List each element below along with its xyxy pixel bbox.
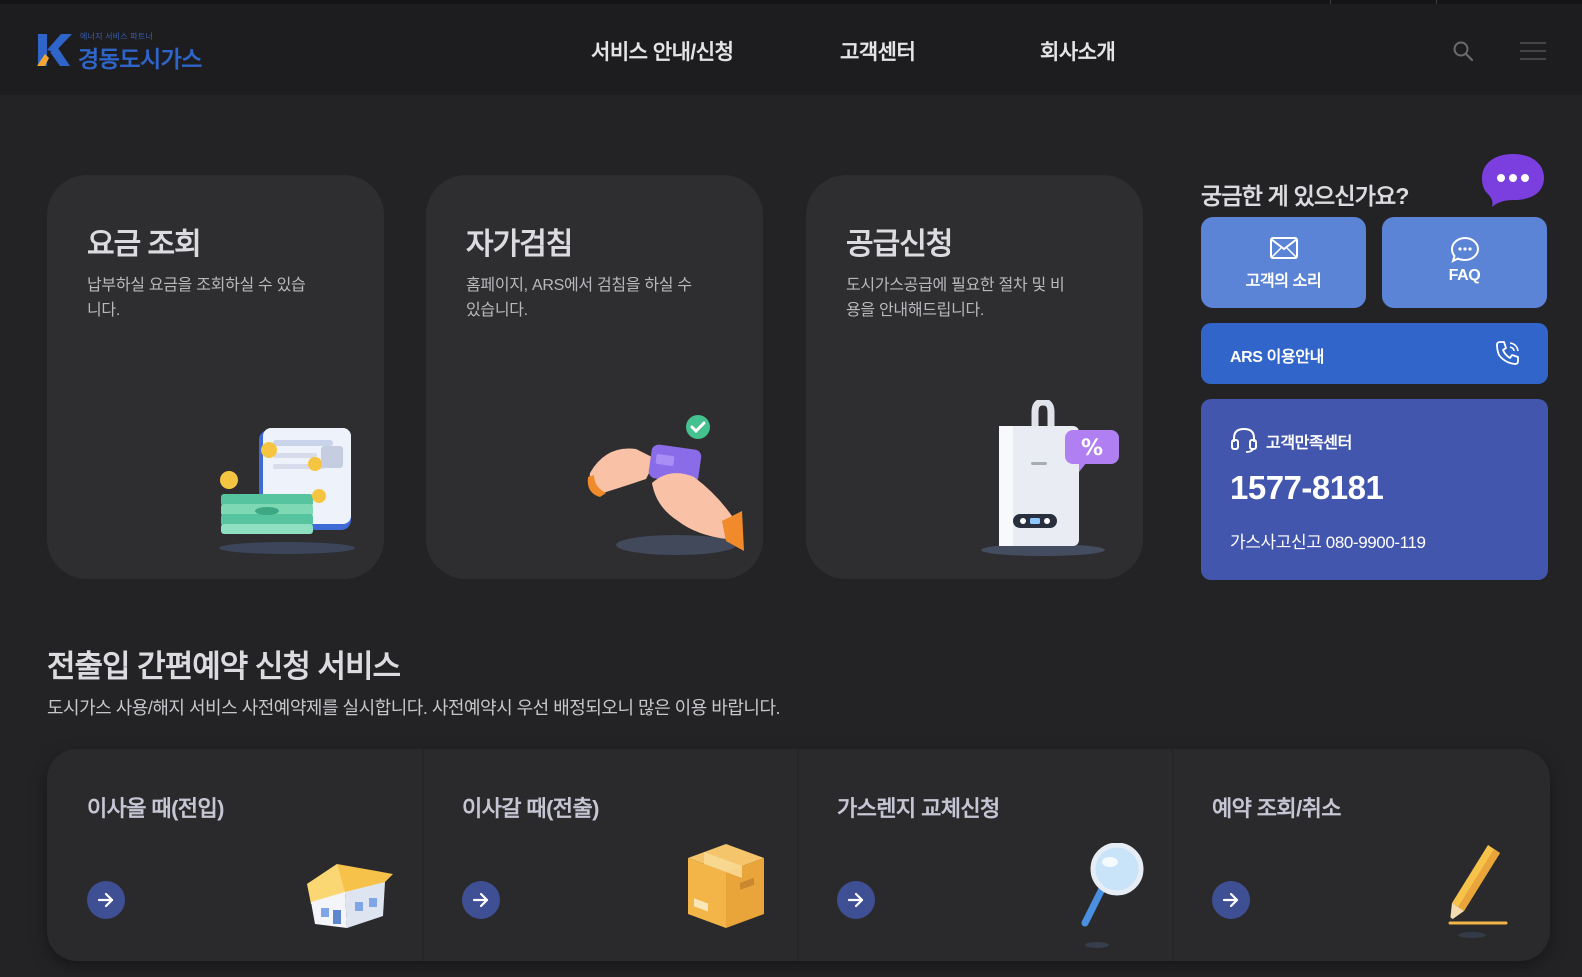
site-header: 에너지 서비스 파트너 경동도시가스 서비스 안내/신청 고객센터 회사소개: [0, 4, 1582, 95]
magnifier-illustration: [1081, 843, 1144, 948]
divider: [1172, 749, 1174, 961]
divider: [422, 749, 424, 961]
house-illustration: [307, 864, 393, 928]
menu-icon[interactable]: [1520, 41, 1546, 61]
card-title: 자가검침: [466, 228, 573, 261]
bill-illustration: [219, 428, 355, 554]
voice-of-customer-label: 고객의 소리: [1245, 273, 1322, 290]
reservation-description: 도시가스 사용/해지 서비스 사전예약제를 실시합니다. 사전예약시 우선 배정…: [47, 698, 781, 718]
divider: [797, 749, 799, 961]
cs-phone-number[interactable]: 1577-8181: [1230, 469, 1384, 507]
logo-name: 경동도시가스: [78, 46, 202, 72]
reservation-item-title: 이사갈 때(전출): [462, 796, 599, 821]
nav-customer-center[interactable]: 고객센터: [840, 36, 916, 66]
cs-label: 고객만족센터: [1266, 435, 1352, 452]
reservation-item-title: 이사올 때(전입): [87, 796, 224, 821]
pencil-illustration: [1448, 845, 1508, 938]
nav-company[interactable]: 회사소개: [1040, 36, 1116, 66]
svg-text:%: %: [1081, 436, 1103, 461]
card-supply-request[interactable]: 공급신청 도시가스공급에 필요한 절차 및 비용을 안내해드립니다. %: [806, 175, 1143, 579]
search-icon[interactable]: [1452, 40, 1474, 62]
card-title: 공급신청: [846, 228, 953, 261]
card-desc: 도시가스공급에 필요한 절차 및 비용을 안내해드립니다.: [846, 277, 1065, 319]
chat-icon: [1450, 237, 1479, 263]
arrow-right-icon[interactable]: [1212, 881, 1250, 919]
arrow-right-icon[interactable]: [87, 881, 125, 919]
card-desc: 홈페이지, ARS에서 검침을 하실 수 있습니다.: [466, 277, 692, 319]
customer-satisfaction-center: 고객만족센터 1577-8181 가스사고신고 080-9900-119: [1201, 399, 1548, 580]
mail-icon: [1269, 237, 1298, 259]
faq-label: FAQ: [1448, 267, 1481, 284]
reservation-panel: 이사올 때(전입) 이사갈 때(전출) 가스렌지 교체신청 예약 조회/취소: [47, 749, 1550, 961]
headset-icon: [1231, 427, 1257, 453]
logo-k-icon: [37, 34, 72, 66]
card-desc: 납부하실 요금을 조회하실 수 있습니다.: [87, 277, 306, 319]
reservation-lookup-cancel[interactable]: 예약 조회/취소: [1172, 749, 1547, 961]
card-bill-inquiry[interactable]: 요금 조회 납부하실 요금을 조회하실 수 있습니다.: [47, 175, 384, 579]
faq-heading: 궁금한 게 있으신가요?: [1201, 183, 1409, 209]
voice-of-customer-button[interactable]: 고객의 소리: [1201, 217, 1366, 308]
phone-icon: [1496, 341, 1519, 365]
arrow-right-icon[interactable]: [837, 881, 875, 919]
chat-bubble-icon: [1482, 154, 1544, 207]
reservation-move-in[interactable]: 이사올 때(전입): [47, 749, 422, 961]
reservation-move-out[interactable]: 이사갈 때(전출): [422, 749, 797, 961]
box-illustration: [688, 844, 764, 928]
faq-button[interactable]: FAQ: [1382, 217, 1547, 308]
logo[interactable]: 에너지 서비스 파트너 경동도시가스: [36, 30, 206, 72]
ars-label: ARS 이용안내: [1230, 349, 1324, 366]
reservation-item-title: 가스렌지 교체신청: [837, 796, 1000, 821]
arrow-right-icon[interactable]: [462, 881, 500, 919]
reservation-item-title: 예약 조회/취소: [1212, 796, 1341, 821]
card-self-metering[interactable]: 자가검침 홈페이지, ARS에서 검침을 하실 수 있습니다.: [426, 175, 763, 579]
ars-guide-button[interactable]: ARS 이용안내: [1201, 323, 1548, 384]
reservation-range-replacement[interactable]: 가스렌지 교체신청: [797, 749, 1172, 961]
nav-service[interactable]: 서비스 안내/신청: [591, 36, 734, 66]
gas-emergency-number: 가스사고신고 080-9900-119: [1230, 533, 1426, 552]
card-title: 요금 조회: [87, 228, 202, 261]
boiler-illustration: %: [981, 400, 1119, 556]
reservation-heading: 전출입 간편예약 신청 서비스: [47, 649, 401, 684]
phone-in-hand-illustration: [587, 415, 744, 555]
